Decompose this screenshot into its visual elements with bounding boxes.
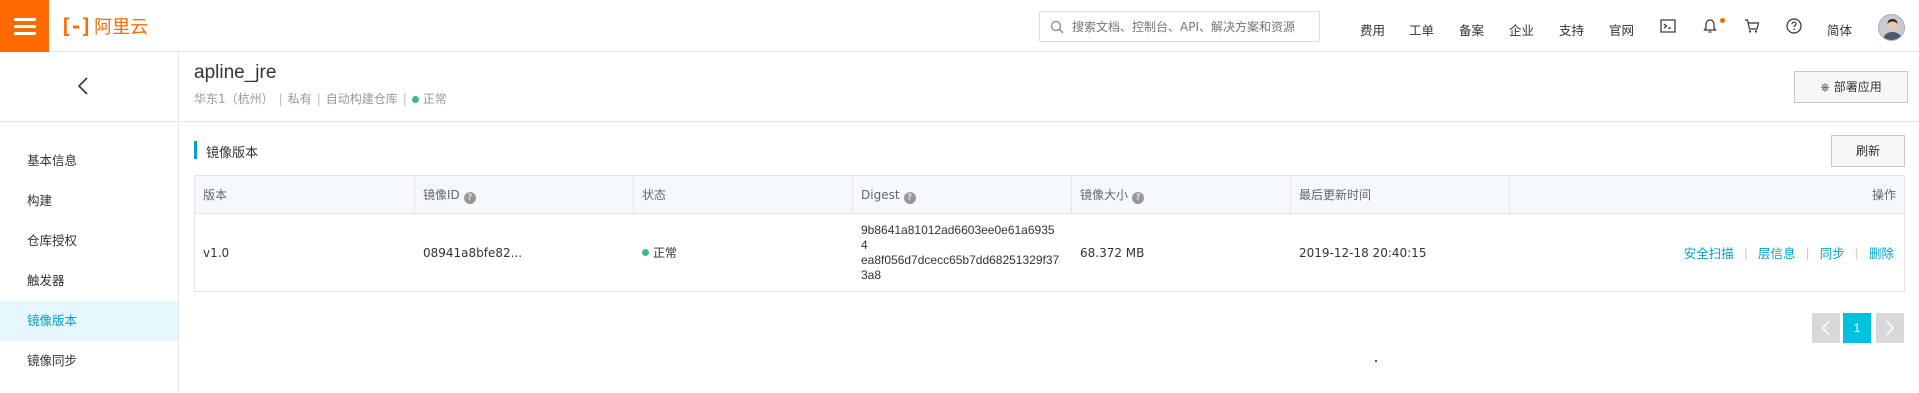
terminal-icon[interactable] — [1659, 17, 1677, 35]
action-separator: | — [1854, 245, 1859, 260]
delete-link[interactable]: 删除 — [1869, 243, 1894, 262]
aliyun-logo[interactable]: [-] 阿里云 — [60, 12, 148, 40]
image-versions-table: 版本 镜像ID? 状态 Digest? 镜像大小? 最后更新时间 操作 v1.0… — [194, 175, 1905, 292]
pagination-prev-button[interactable] — [1812, 313, 1840, 343]
deploy-icon: ⎈ — [1820, 80, 1830, 94]
user-avatar[interactable] — [1878, 14, 1905, 41]
bell-icon[interactable] — [1701, 17, 1719, 35]
pagination-next-button[interactable] — [1876, 313, 1904, 343]
sidebar: 基本信息 构建 仓库授权 触发器 镜像版本 镜像同步 — [0, 52, 179, 393]
column-header-digest-label: Digest — [861, 188, 900, 202]
sidebar-item-build[interactable]: 构建 — [0, 181, 178, 221]
hamburger-icon-line — [14, 25, 36, 28]
chevron-left-icon — [77, 77, 88, 95]
page-title: apline_jre — [194, 62, 277, 83]
layer-info-link[interactable]: 层信息 — [1758, 243, 1796, 262]
search-box[interactable] — [1039, 11, 1320, 42]
pagination-page-1[interactable]: 1 — [1843, 313, 1871, 343]
repo-region: 华东1（杭州） — [194, 92, 274, 106]
status-dot — [411, 96, 419, 103]
sidebar-item-basic-info[interactable]: 基本信息 — [0, 141, 178, 181]
language-switch[interactable]: 简体 — [1827, 20, 1852, 39]
cart-icon[interactable] — [1743, 17, 1761, 35]
avatar-icon — [1883, 19, 1902, 40]
sync-link[interactable]: 同步 — [1820, 243, 1845, 262]
help-icon[interactable]: ? — [1132, 192, 1145, 204]
column-header-size: 镜像大小? — [1072, 176, 1291, 214]
meta-separator: | — [402, 92, 407, 106]
nav-support[interactable]: 支持 — [1559, 20, 1584, 39]
chevron-left-icon — [1822, 320, 1830, 336]
repo-visibility: 私有 — [287, 92, 312, 106]
column-header-version: 版本 — [195, 176, 415, 214]
column-header-actions: 操作 — [1871, 188, 1896, 202]
action-separator: | — [1743, 245, 1749, 260]
notification-badge — [1720, 18, 1725, 23]
top-bar: [-] 阿里云 费用 工单 备案 企业 支持 官网 简体 — [0, 0, 1919, 52]
sidebar-item-image-sync[interactable]: 镜像同步 — [0, 341, 178, 381]
status-text: 正常 — [653, 246, 678, 260]
cell-actions: 安全扫描 | 层信息 | 同步 | 删除 — [1684, 214, 1894, 291]
header-divider — [180, 121, 1919, 122]
refresh-button[interactable]: 刷新 — [1831, 135, 1905, 167]
cell-updated: 2019-12-18 20:40:15 — [1299, 245, 1427, 260]
column-header-updated: 最后更新时间 — [1291, 176, 1510, 214]
deploy-app-button[interactable]: ⎈ 部署应用 — [1794, 71, 1908, 103]
digest-text: 9b8641a81012ad6603ee0e61a69354 ea8f056d7… — [861, 222, 1060, 282]
logo-mark: [-] — [60, 14, 92, 38]
security-scan-link[interactable]: 安全扫描 — [1684, 243, 1734, 262]
cell-status: 正常 — [634, 214, 677, 291]
section-accent-bar — [194, 141, 197, 159]
cell-digest: 9b8641a81012ad6603ee0e61a69354 ea8f056d7… — [853, 214, 1061, 291]
cell-size: 68.372 MB — [1080, 245, 1145, 260]
nav-enterprise[interactable]: 企业 — [1509, 20, 1534, 39]
deploy-label: 部署应用 — [1833, 80, 1882, 94]
repo-status: 正常 — [422, 92, 447, 106]
sidebar-item-triggers[interactable]: 触发器 — [0, 261, 178, 301]
table-header: 版本 镜像ID? 状态 Digest? 镜像大小? 最后更新时间 操作 — [195, 176, 1904, 214]
status-dot — [642, 249, 649, 256]
repo-meta: 华东1（杭州） | 私有 | 自动构建仓库 | 正常 — [194, 90, 447, 107]
column-header-digest: Digest? — [853, 176, 1072, 214]
help-icon[interactable]: ? — [463, 192, 476, 204]
repo-build-type: 自动构建仓库 — [325, 92, 398, 106]
nav-fees[interactable]: 费用 — [1360, 20, 1385, 39]
logo-text: 阿里云 — [94, 17, 149, 38]
cell-version: v1.0 — [203, 245, 230, 260]
sidebar-item-image-versions[interactable]: 镜像版本 — [0, 301, 178, 341]
column-header-image-id-label: 镜像ID — [423, 188, 460, 202]
column-header-status: 状态 — [634, 176, 853, 214]
chevron-right-icon — [1886, 320, 1894, 336]
meta-separator: | — [278, 92, 283, 106]
meta-separator: | — [316, 92, 321, 106]
sidebar-item-repo-auth[interactable]: 仓库授权 — [0, 221, 178, 261]
action-separator: | — [1805, 245, 1810, 260]
nav-official-site[interactable]: 官网 — [1609, 20, 1634, 39]
hamburger-icon-line — [14, 32, 36, 35]
stray-cursor-mark — [1375, 360, 1377, 362]
section-title: 镜像版本 — [206, 146, 259, 161]
hamburger-menu-button[interactable] — [0, 0, 49, 52]
cell-image-id: 08941a8bfe82... — [423, 245, 523, 260]
column-header-size-label: 镜像大小 — [1080, 188, 1129, 202]
search-icon — [1050, 20, 1064, 34]
hamburger-icon — [14, 18, 36, 21]
nav-tickets[interactable]: 工单 — [1409, 20, 1434, 39]
help-icon[interactable]: ? — [903, 192, 916, 204]
search-input[interactable] — [1072, 18, 1312, 36]
back-button[interactable] — [0, 52, 178, 122]
nav-filing[interactable]: 备案 — [1459, 20, 1484, 39]
column-header-image-id: 镜像ID? — [415, 176, 634, 214]
help-icon[interactable] — [1785, 17, 1803, 35]
